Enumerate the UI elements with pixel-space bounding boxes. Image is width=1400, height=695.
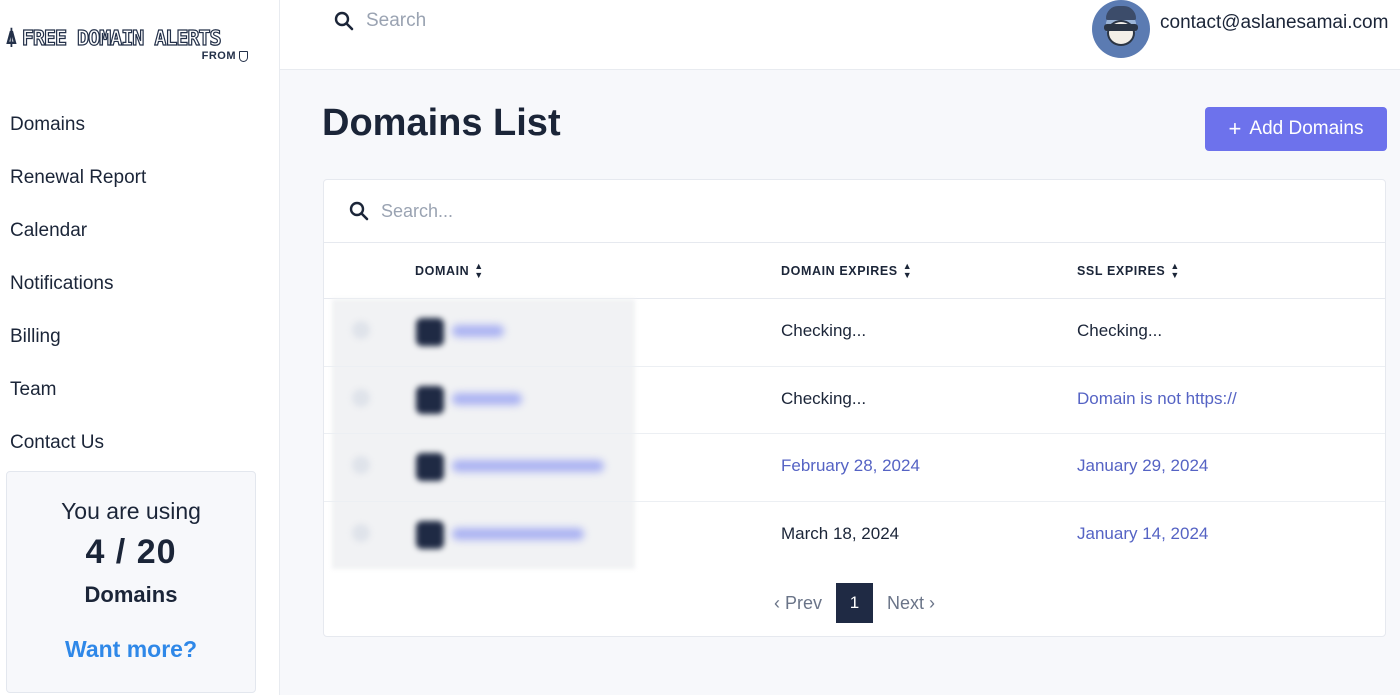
plus-icon: + xyxy=(1228,116,1242,141)
row-select-checkbox[interactable] xyxy=(352,523,370,542)
sidebar-item-renewal-report[interactable]: Renewal Report xyxy=(10,160,146,213)
ssl-expires-cell: Checking... xyxy=(1077,321,1163,340)
page-number-current[interactable]: 1 xyxy=(836,583,873,623)
shield-icon xyxy=(239,50,248,62)
page-title: Domains List xyxy=(322,102,561,144)
domain-favicon xyxy=(416,453,444,481)
sort-icon: ▲ ▼ xyxy=(474,261,484,280)
sort-icon: ▲ ▼ xyxy=(1170,261,1180,280)
domain-link-blurred[interactable] xyxy=(452,325,504,337)
table-body: Checking... Checking... Checking... Doma… xyxy=(324,299,1385,569)
row-select-checkbox[interactable] xyxy=(352,388,370,407)
table-header: DOMAIN ▲ ▼ DOMAIN EXPIRES ▲ ▼ SSL EXPIRES … xyxy=(324,243,1385,299)
bell-icon: ⍋ xyxy=(6,27,17,49)
search-icon xyxy=(334,11,354,31)
column-domain[interactable]: DOMAIN ▲ ▼ xyxy=(415,262,484,280)
logo-sub-text: FROM xyxy=(201,50,236,62)
table-search-input[interactable] xyxy=(381,200,781,222)
usage-count: 4 / 20 xyxy=(85,533,177,571)
domain-link-blurred[interactable] xyxy=(452,460,604,472)
sidebar-item-billing[interactable]: Billing xyxy=(10,319,146,372)
column-ssl-expires[interactable]: SSL EXPIRES ▲ ▼ xyxy=(1077,262,1180,280)
add-domains-label: Add Domains xyxy=(1249,118,1364,139)
top-search xyxy=(334,10,666,32)
domain-favicon xyxy=(416,520,444,549)
sort-icon: ▲ ▼ xyxy=(902,261,913,280)
ssl-expires-cell[interactable]: January 14, 2024 xyxy=(1077,524,1208,544)
sidebar-item-calendar[interactable]: Calendar xyxy=(10,213,146,266)
sidebar-item-domains[interactable]: Domains xyxy=(10,107,146,160)
logo-text: FREE DOMAIN ALERTS xyxy=(21,25,222,50)
user-email[interactable]: contact@aslanesamai.com xyxy=(1160,12,1388,34)
table-row: February 28, 2024 January 29, 2024 xyxy=(324,434,1385,502)
next-page-button[interactable]: Next › xyxy=(887,593,935,614)
row-select-checkbox[interactable] xyxy=(352,456,370,474)
domain-link-blurred[interactable] xyxy=(452,527,584,540)
domain-expires-cell: Checking... xyxy=(781,321,867,340)
ssl-expires-cell[interactable]: Domain is not https:// xyxy=(1077,389,1237,409)
usage-card: You are using 4 / 20 Domains Want more? xyxy=(6,471,256,693)
topbar: contact@aslanesamai.com xyxy=(280,0,1400,70)
domain-expires-cell: March 18, 2024 xyxy=(781,523,900,543)
search-icon xyxy=(349,201,369,221)
sidebar-nav: Domains Renewal Report Calendar Notifica… xyxy=(10,107,146,478)
column-domain-expires[interactable]: DOMAIN EXPIRES ▲ ▼ xyxy=(781,262,912,280)
domain-expires-cell[interactable]: February 28, 2024 xyxy=(781,456,920,476)
want-more-link[interactable]: Want more? xyxy=(7,636,255,663)
avatar[interactable] xyxy=(1092,0,1150,58)
domain-favicon xyxy=(416,318,444,346)
logo[interactable]: ⍋ FREE DOMAIN ALERTS FROM xyxy=(6,25,266,72)
pagination: ‹ Prev 1 Next › xyxy=(324,582,1385,624)
sidebar-item-notifications[interactable]: Notifications xyxy=(10,266,146,319)
domains-table-card: DOMAIN ▲▼ DOMAIN EXPIRES ▲▼ SSL EXPIRES … xyxy=(323,179,1386,637)
prev-page-button[interactable]: ‹ Prev xyxy=(774,593,822,614)
domain-expires-cell: Checking... xyxy=(781,388,867,408)
table-row: Checking... Checking... xyxy=(324,299,1385,367)
table-row: Checking... Domain is not https:// xyxy=(324,367,1385,434)
add-domains-button[interactable]: + Add Domains xyxy=(1205,107,1387,151)
usage-unit: Domains xyxy=(84,582,178,607)
ssl-expires-cell[interactable]: January 29, 2024 xyxy=(1077,456,1208,476)
sidebar-item-team[interactable]: Team xyxy=(10,372,146,425)
top-search-input[interactable] xyxy=(366,10,666,32)
usage-label: You are using xyxy=(61,498,201,524)
row-select-checkbox[interactable] xyxy=(352,321,370,339)
domain-favicon xyxy=(416,385,444,414)
table-search xyxy=(324,180,1385,243)
domain-link-blurred[interactable] xyxy=(452,392,522,405)
sidebar: ⍋ FREE DOMAIN ALERTS FROM Domains Renewa… xyxy=(0,0,280,695)
table-row: March 18, 2024 January 14, 2024 xyxy=(324,502,1385,570)
